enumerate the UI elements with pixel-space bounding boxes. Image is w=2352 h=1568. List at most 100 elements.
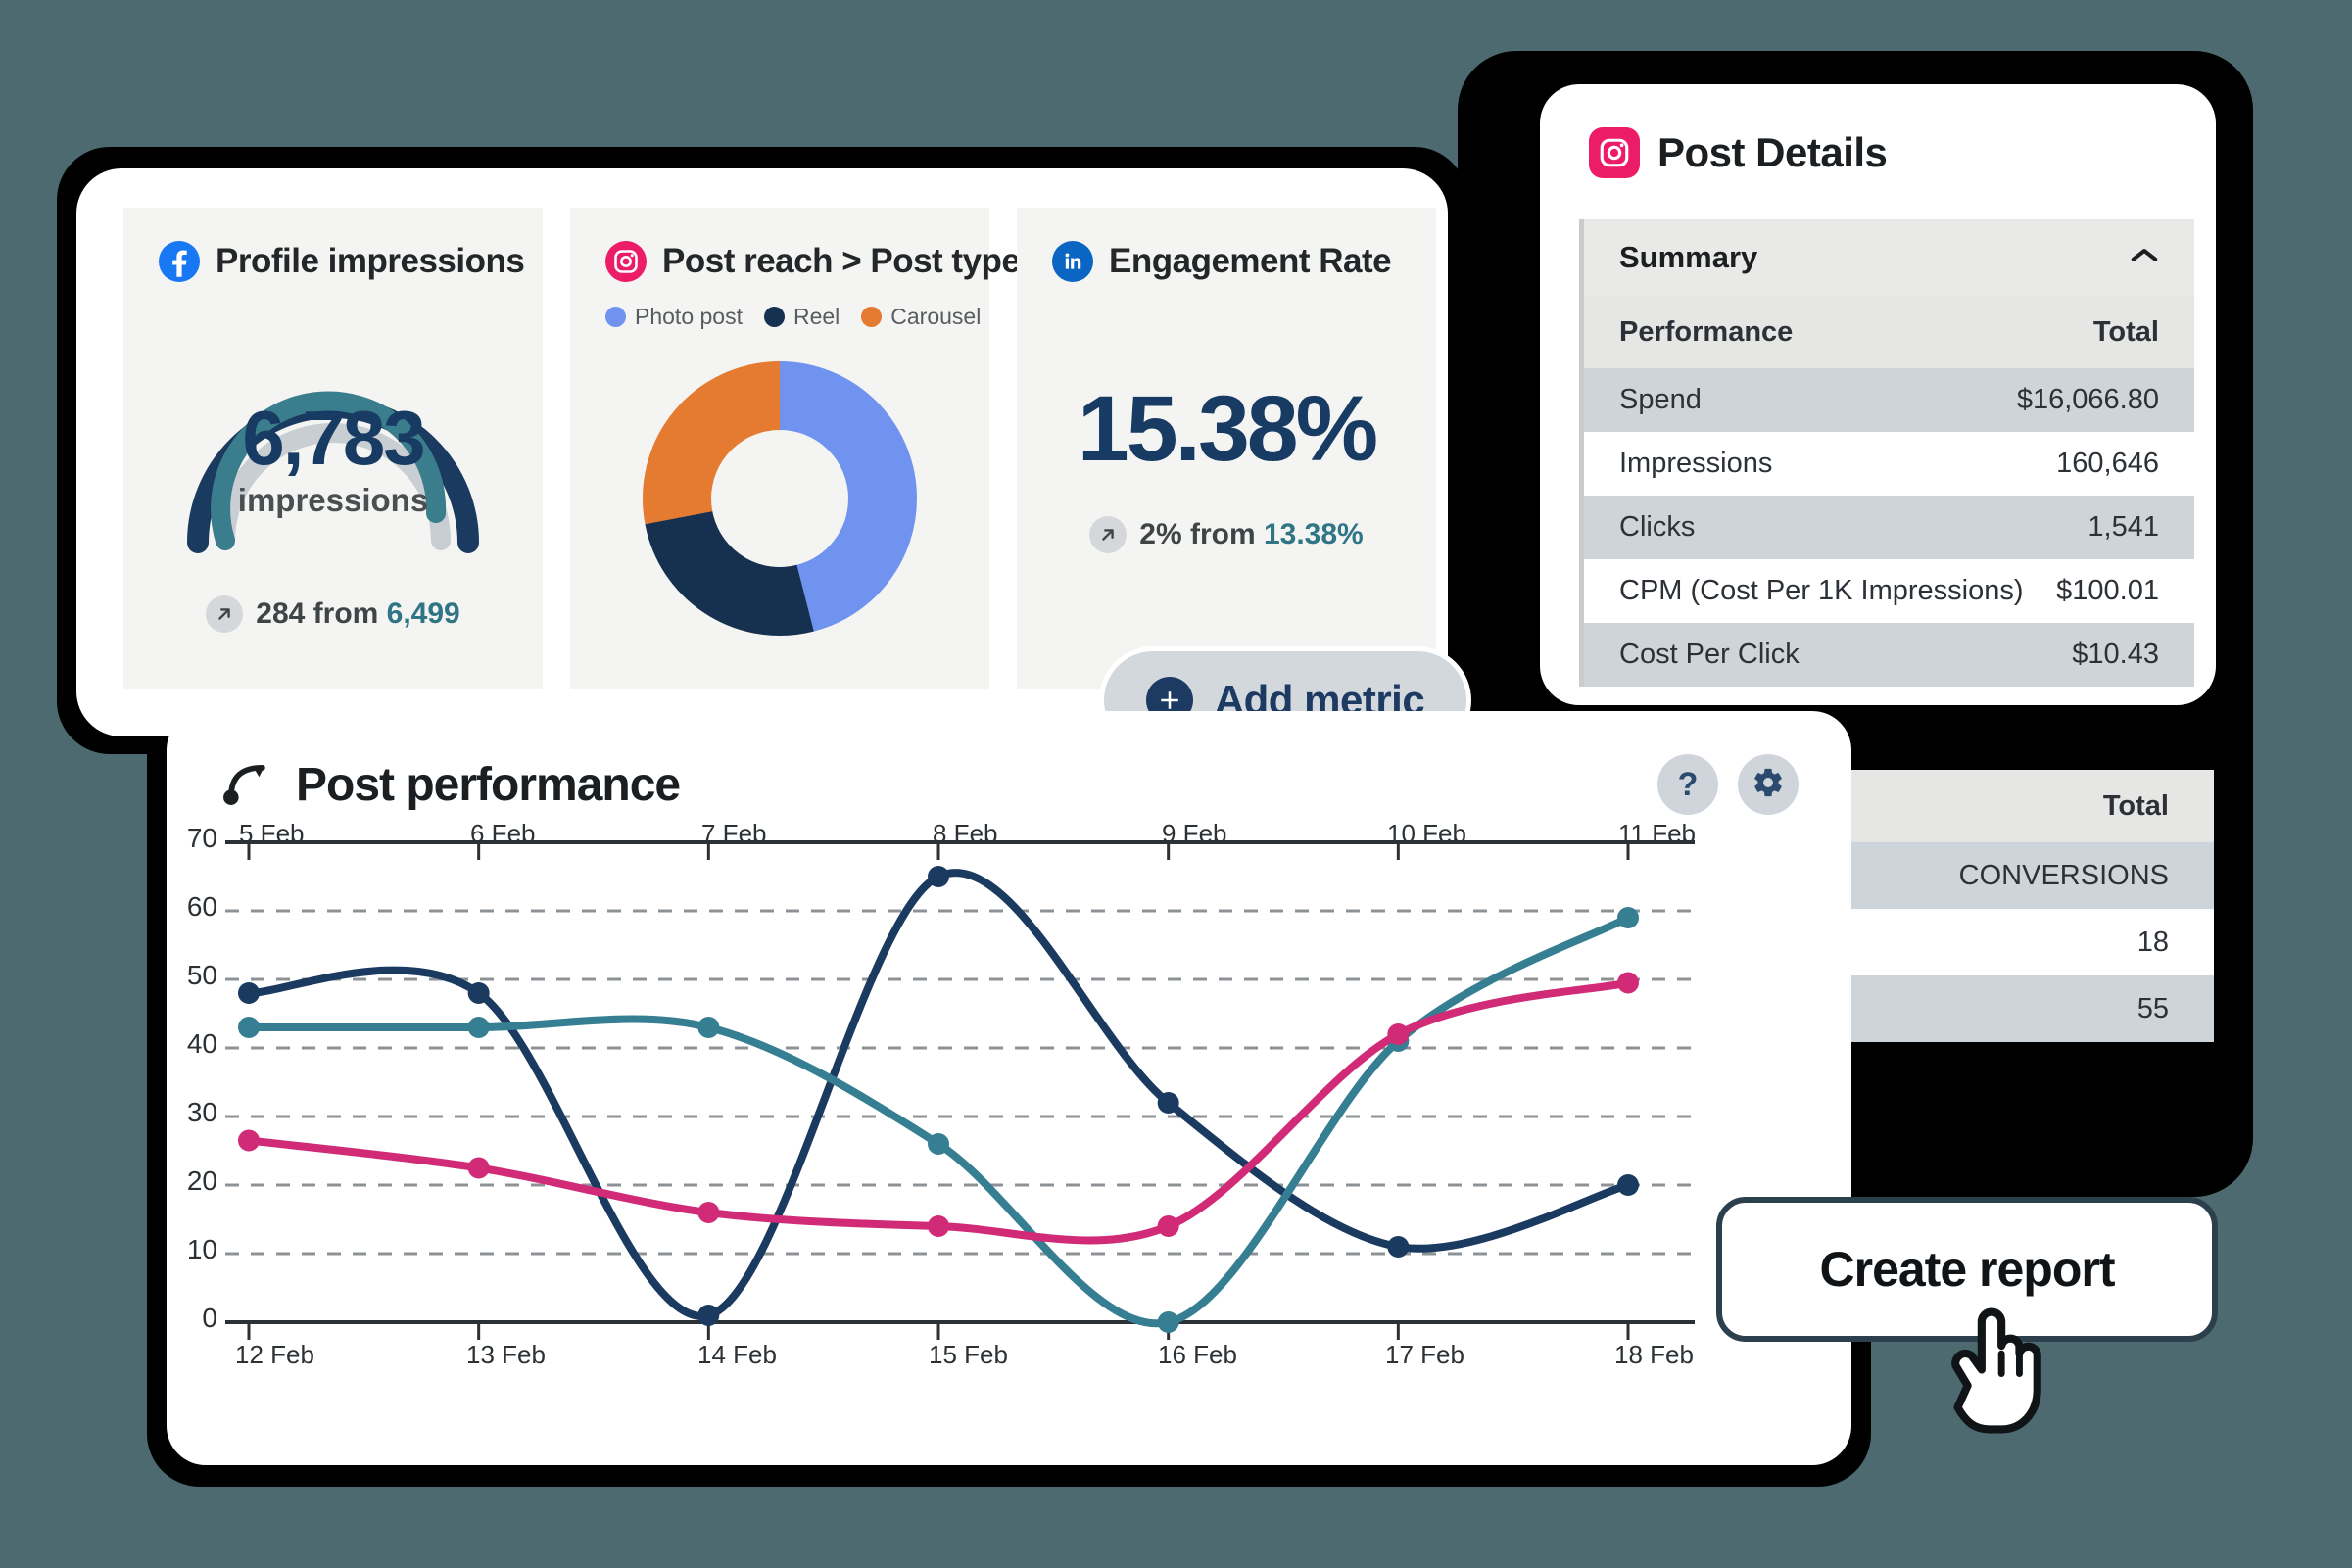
gridlines: [225, 909, 1695, 1324]
delta-text: 2% from 13.38%: [1139, 518, 1363, 551]
table-row[interactable]: Clicks 1,541: [1579, 496, 2194, 559]
legend-item[interactable]: Photo post: [605, 304, 743, 330]
row-label: Impressions: [1619, 448, 1773, 479]
data-point[interactable]: [238, 1129, 260, 1152]
data-point[interactable]: [928, 1133, 949, 1155]
legend-swatch-carousel: [861, 307, 883, 327]
row-value: $10.43: [2072, 639, 2159, 670]
table-row[interactable]: CPM (Cost Per 1K Impressions) $100.01: [1579, 559, 2194, 623]
metric-tile-row: Profile impressions 6,783 impressions 28…: [123, 208, 1436, 689]
legend-swatch-reel: [763, 307, 785, 327]
page-title: Post performance: [296, 758, 681, 811]
chart-plot-svg: [225, 840, 1695, 1340]
delta-previous: 13.38%: [1263, 518, 1364, 550]
column-header-total: Total: [2102, 789, 2169, 822]
summary-section-toggle[interactable]: Summary: [1579, 219, 2194, 296]
delta-row: 284 from 6,499: [206, 595, 460, 633]
gauge-value: 6,783: [242, 395, 425, 481]
data-point[interactable]: [928, 1215, 949, 1237]
gauge-chart: 6,783 impressions: [157, 300, 509, 564]
tile-header: Profile impressions: [123, 241, 543, 282]
delta-previous: 6,499: [386, 597, 460, 630]
legend-item[interactable]: Reel: [763, 304, 840, 330]
table-row[interactable]: Spend $16,066.80: [1579, 368, 2194, 432]
gear-icon: [1752, 766, 1785, 804]
data-point[interactable]: [1387, 1023, 1410, 1045]
help-button[interactable]: ?: [1657, 754, 1718, 815]
post-details-table: Summary Performance Total Spend $16,066.…: [1579, 219, 2194, 687]
chevron-up-icon[interactable]: [2130, 246, 2159, 270]
delta-text: 284 from 6,499: [256, 597, 459, 631]
row-value: 55: [2136, 992, 2169, 1024]
metric-tile-profile-impressions[interactable]: Profile impressions 6,783 impressions 28…: [123, 208, 543, 689]
row-value: 1,541: [2088, 511, 2159, 543]
post-details-panel: Post Details Summary Performance Total S…: [1540, 84, 2216, 705]
row-value: $16,066.80: [2016, 384, 2159, 415]
help-icon: ?: [1677, 765, 1699, 803]
linkedin-icon: [1052, 241, 1093, 282]
data-point[interactable]: [467, 982, 490, 1004]
data-point[interactable]: [697, 1305, 720, 1326]
data-point[interactable]: [1157, 1215, 1179, 1237]
data-point[interactable]: [467, 1157, 490, 1179]
post-performance-chart: 70 60 50 40 30 20 10 0 5 Feb 6 Feb 7 Feb…: [167, 819, 1851, 1428]
column-header-total: Total: [2092, 315, 2159, 348]
table-row[interactable]: Cost Per Click $10.43: [1579, 623, 2194, 687]
tile-title: Post reach > Post type: [662, 242, 1021, 280]
data-point[interactable]: [697, 1017, 720, 1038]
instagram-icon: [1589, 127, 1640, 178]
data-point[interactable]: [1387, 1236, 1410, 1258]
column-header-performance: Performance: [1619, 315, 1794, 348]
post-details-header: Post Details: [1540, 84, 2216, 178]
metric-tile-post-reach[interactable]: Post reach > Post type Photo post Reel C…: [570, 208, 1021, 689]
row-value: $100.01: [2056, 575, 2159, 606]
data-point[interactable]: [697, 1202, 720, 1223]
page-title: Post Details: [1657, 129, 1888, 175]
trend-curve-icon: [219, 756, 272, 814]
data-point[interactable]: [238, 982, 260, 1004]
row-value: 18: [2136, 926, 2169, 958]
tile-title: Profile impressions: [216, 242, 525, 280]
data-point[interactable]: [1617, 907, 1639, 928]
kpi-value: 15.38%: [1077, 377, 1378, 481]
data-point[interactable]: [928, 866, 949, 887]
facebook-icon: [159, 241, 200, 282]
row-label: Spend: [1619, 384, 1702, 415]
data-point[interactable]: [467, 1017, 490, 1038]
legend-item[interactable]: Carousel: [861, 304, 981, 330]
row-label: Clicks: [1619, 511, 1696, 543]
chart-series: [238, 866, 1639, 1333]
legend-label: Reel: [792, 304, 840, 329]
donut-chart: [633, 352, 927, 650]
chart-actions: ?: [1657, 754, 1799, 815]
settings-button[interactable]: [1738, 754, 1799, 815]
legend-swatch-photo-post: [605, 307, 626, 327]
metric-tile-engagement-rate[interactable]: Engagement Rate 15.38% 2% from 13.38%: [1017, 208, 1436, 689]
series-line: [245, 869, 1632, 1320]
donut-legend: Photo post Reel Carousel: [570, 304, 989, 330]
screenshot-root: Profile impressions 6,783 impressions 28…: [0, 0, 2352, 1568]
tile-title: Engagement Rate: [1109, 242, 1392, 280]
arrow-up-right-icon: [206, 595, 244, 633]
data-point[interactable]: [1157, 1311, 1179, 1333]
data-point[interactable]: [1157, 1092, 1179, 1114]
row-label: Cost Per Click: [1619, 639, 1800, 670]
delta-amount: 2% from: [1139, 518, 1264, 550]
create-report-label: Create report: [1819, 1242, 2116, 1297]
table-header-row: Performance Total: [1579, 296, 2194, 368]
gauge-unit-label: impressions: [237, 482, 429, 518]
data-point[interactable]: [1617, 972, 1639, 994]
post-performance-header: Post performance ?: [167, 711, 1851, 815]
instagram-icon: [605, 241, 647, 282]
table-row[interactable]: Impressions 160,646: [1579, 432, 2194, 496]
hand-pointer-cursor: [1951, 1307, 2041, 1434]
summary-label: Summary: [1619, 240, 1758, 274]
series-line: [245, 978, 1632, 1245]
row-value: 160,646: [2056, 448, 2159, 479]
delta-row: 2% from 13.38%: [1089, 516, 1364, 553]
post-performance-card: Post performance ? 70 60 50 40 30 20 10: [167, 711, 1851, 1465]
data-point[interactable]: [1617, 1174, 1639, 1196]
data-point[interactable]: [238, 1017, 260, 1038]
axis-ticks-top: [247, 842, 1630, 860]
tile-header: Engagement Rate: [1017, 241, 1436, 282]
